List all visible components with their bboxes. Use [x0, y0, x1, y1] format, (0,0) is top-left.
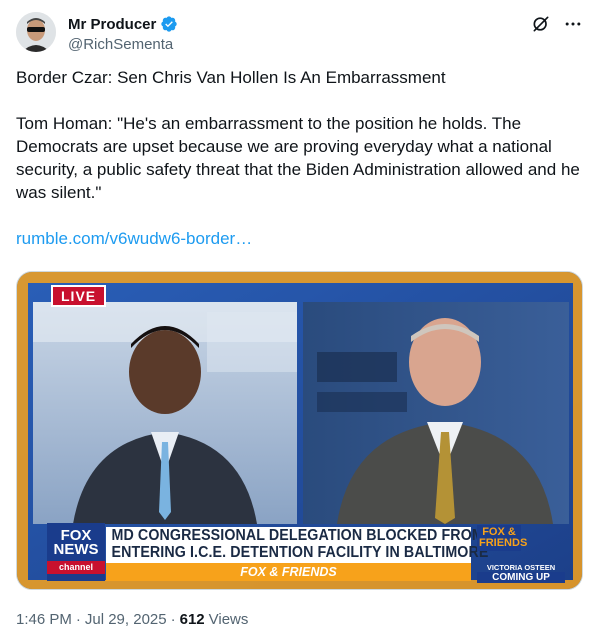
views-count: 612	[179, 611, 205, 628]
views-label: Views	[208, 611, 249, 628]
more-icon[interactable]	[563, 14, 583, 34]
header-actions	[531, 14, 583, 34]
avatar[interactable]	[16, 12, 56, 52]
meta-separator: ·	[170, 611, 176, 628]
tweet-text: Border Czar: Sen Chris Van Hollen Is An …	[16, 66, 583, 250]
chyron-line-1: MD CONGRESSIONAL DELEGATION BLOCKED FROM	[111, 527, 484, 544]
show-name-bar: FOX & FRIENDS	[106, 563, 471, 581]
verified-badge-icon	[160, 15, 178, 33]
chyron: MD CONGRESSIONAL DELEGATION BLOCKED FROM…	[106, 527, 489, 565]
name-row: Mr Producer	[68, 15, 178, 33]
meta-separator: ·	[75, 611, 81, 628]
tweet-date[interactable]: Jul 29, 2025	[85, 611, 167, 628]
fox-news-logo: FOX NEWS channel	[47, 523, 105, 581]
upnext-name: VICTORIA OSTEEN	[486, 563, 556, 572]
tweet-link[interactable]: rumble.com/v6wudw6-border…	[16, 229, 252, 248]
chyron-line-2: ENTERING I.C.E. DETENTION FACILITY IN BA…	[111, 544, 489, 561]
grok-icon[interactable]	[531, 14, 551, 34]
display-name[interactable]: Mr Producer	[68, 16, 156, 33]
avatar-image	[16, 12, 56, 52]
user-handle[interactable]: @RichSementa	[68, 36, 173, 53]
network-logo-text: FOX NEWS	[53, 527, 99, 558]
coming-up-label: COMING UP	[477, 572, 565, 583]
live-badge: LIVE	[51, 285, 107, 307]
tweet-header: Mr Producer @RichSementa	[16, 12, 583, 56]
tweet-meta: 1:46 PM · Jul 29, 2025 · 612 Views	[16, 611, 248, 628]
tweet-headline: Border Czar: Sen Chris Van Hollen Is An …	[16, 68, 446, 87]
tweet-time[interactable]: 1:46 PM	[16, 611, 72, 628]
network-sub-text: channel	[47, 561, 105, 574]
tweet-body: Tom Homan: "He's an embarrassment to the…	[16, 114, 580, 202]
media-video[interactable]: LIVE FOX NEWS channel MD CONGRESSIONAL D…	[16, 271, 583, 590]
fox-friends-logo: FOX & FRIENDS	[477, 525, 528, 551]
left-host-face	[129, 330, 201, 414]
